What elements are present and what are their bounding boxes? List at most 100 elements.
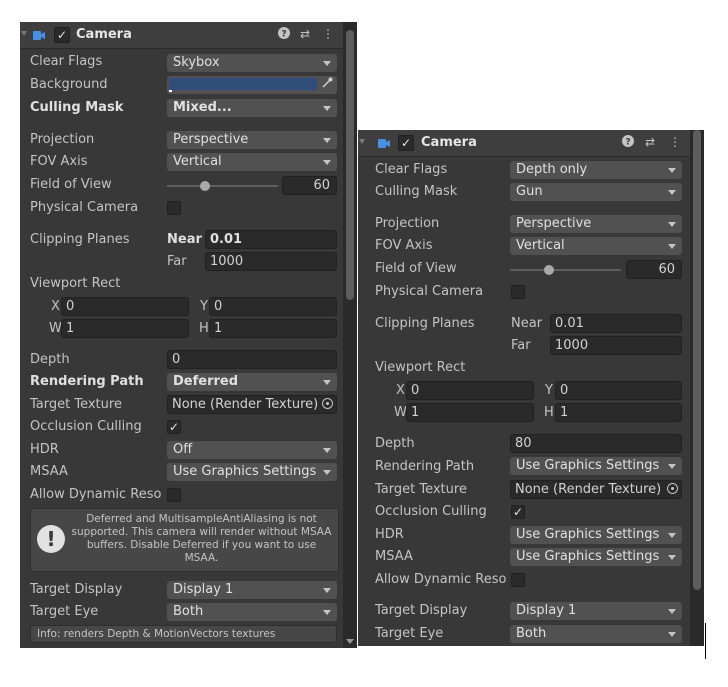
depth-field[interactable]: 0 [167, 350, 337, 369]
rendering-path-value: Deferred [173, 374, 239, 389]
culling-mask-dropdown[interactable]: Gun [510, 183, 682, 201]
rendering-path-label: Rendering Path [30, 374, 144, 389]
chevron-down-icon [668, 555, 676, 560]
target-texture-field[interactable]: None (Render Texture) [167, 395, 337, 414]
scrollbar-1[interactable] [343, 22, 357, 648]
help-icon[interactable]: ? [622, 135, 634, 150]
clipping-planes-label: Clipping Planes [375, 316, 475, 331]
viewport-h-label: H [199, 321, 209, 336]
object-picker-icon[interactable] [322, 398, 333, 409]
physical-camera-checkbox[interactable] [511, 285, 525, 299]
fov-axis-value: Vertical [173, 154, 222, 169]
viewport-x-label: X [51, 299, 60, 314]
allow-dynamic-resolution-checkbox[interactable] [167, 488, 181, 502]
clear-flags-value: Skybox [173, 55, 220, 70]
far-field[interactable]: 1000 [550, 336, 682, 355]
component-enabled-checkbox[interactable]: ✓ [54, 27, 70, 43]
hdr-value: Use Graphics Settings [516, 527, 660, 542]
viewport-x-label: X [396, 383, 405, 398]
menu-icon[interactable]: ⋮ [322, 27, 334, 41]
chevron-down-icon [323, 106, 331, 111]
target-texture-label: Target Texture [375, 482, 467, 497]
fov-value-field[interactable]: 60 [626, 260, 682, 279]
scroll-down-icon[interactable] [346, 639, 354, 644]
clear-flags-dropdown[interactable]: Skybox [167, 54, 337, 72]
occlusion-culling-checkbox[interactable]: ✓ [511, 505, 525, 519]
chevron-down-icon [323, 588, 331, 593]
culling-mask-dropdown[interactable]: Mixed... [167, 99, 337, 117]
projection-dropdown[interactable]: Perspective [167, 131, 337, 149]
viewport-h-field[interactable]: 1 [209, 319, 337, 338]
viewport-h-field[interactable]: 1 [555, 403, 682, 422]
near-field[interactable]: 0.01 [550, 314, 682, 333]
clear-flags-dropdown[interactable]: Depth only [510, 161, 682, 179]
fov-slider-knob[interactable] [200, 181, 210, 191]
fov-slider-knob[interactable] [544, 265, 554, 275]
projection-dropdown[interactable]: Perspective [510, 215, 682, 233]
presets-icon[interactable]: ⇄ [300, 27, 310, 41]
menu-icon[interactable]: ⋮ [669, 135, 681, 149]
target-eye-dropdown[interactable]: Both [167, 603, 337, 621]
component-header[interactable]: ✓ Camera ? ⇄ ⋮ [20, 22, 343, 49]
viewport-w-field[interactable]: 1 [61, 319, 189, 338]
fov-slider-track[interactable] [510, 269, 621, 271]
target-display-dropdown[interactable]: Display 1 [510, 602, 682, 620]
near-label: Near [167, 232, 202, 247]
occlusion-culling-checkbox[interactable]: ✓ [167, 420, 181, 434]
viewport-w-field[interactable]: 1 [406, 403, 534, 422]
depth-field[interactable]: 80 [510, 434, 682, 453]
hdr-dropdown[interactable]: Off [167, 441, 337, 459]
chevron-down-icon [668, 168, 676, 173]
target-texture-value: None (Render Texture) [515, 482, 662, 497]
near-field[interactable]: 0.01 [205, 230, 337, 249]
projection-label: Projection [30, 132, 95, 147]
target-eye-dropdown[interactable]: Both [510, 625, 682, 643]
background-color-field[interactable] [167, 76, 337, 94]
scrollbar-thumb[interactable] [693, 130, 701, 590]
chevron-down-icon [323, 448, 331, 453]
viewport-rect-label: Viewport Rect [375, 360, 466, 375]
target-texture-field[interactable]: None (Render Texture) [510, 480, 682, 499]
foldout-arrow-icon[interactable] [359, 139, 365, 144]
msaa-dropdown[interactable]: Use Graphics Settings [510, 548, 682, 566]
hdr-dropdown[interactable]: Use Graphics Settings [510, 526, 682, 544]
component-enabled-checkbox[interactable]: ✓ [398, 135, 414, 151]
clear-flags-value: Depth only [516, 162, 588, 177]
component-header[interactable]: ✓ Camera ? ⇄ ⋮ [358, 130, 690, 157]
physical-camera-checkbox[interactable] [167, 201, 181, 215]
target-display-label: Target Display [375, 603, 468, 618]
viewport-y-field[interactable]: 0 [555, 381, 682, 400]
scrollbar-2[interactable] [690, 130, 704, 646]
far-label: Far [511, 338, 531, 353]
target-texture-label: Target Texture [30, 397, 122, 412]
culling-mask-label: Culling Mask [375, 184, 458, 199]
rendering-path-dropdown[interactable]: Deferred [167, 373, 337, 391]
svg-text:?: ? [281, 30, 286, 40]
chevron-down-icon [323, 61, 331, 66]
help-icon[interactable]: ? [278, 27, 290, 42]
far-field[interactable]: 1000 [205, 252, 337, 271]
fov-axis-dropdown[interactable]: Vertical [167, 153, 337, 171]
target-display-dropdown[interactable]: Display 1 [167, 581, 337, 599]
scrollbar-thumb[interactable] [346, 30, 354, 300]
fov-slider-track[interactable] [167, 185, 278, 187]
physical-camera-label: Physical Camera [30, 200, 139, 215]
hdr-label: HDR [30, 442, 59, 457]
foldout-arrow-icon[interactable] [21, 31, 27, 36]
object-picker-icon[interactable] [667, 483, 678, 494]
viewport-x-field[interactable]: 0 [406, 381, 534, 400]
clear-flags-label: Clear Flags [375, 162, 448, 177]
fov-axis-dropdown[interactable]: Vertical [510, 237, 682, 255]
rendering-path-dropdown[interactable]: Use Graphics Settings [510, 457, 682, 475]
viewport-y-field[interactable]: 0 [209, 297, 337, 316]
allow-dynamic-resolution-checkbox[interactable] [511, 573, 525, 587]
depth-label: Depth [375, 436, 415, 451]
viewport-x-field[interactable]: 0 [61, 297, 189, 316]
color-swatch[interactable] [169, 78, 317, 90]
info-box: Info: renders Depth & MotionVectors text… [30, 625, 337, 643]
presets-icon[interactable]: ⇄ [645, 135, 655, 149]
eyedropper-icon[interactable] [321, 77, 333, 92]
msaa-dropdown[interactable]: Use Graphics Settings [167, 463, 337, 481]
culling-mask-label: Culling Mask [30, 100, 124, 115]
fov-value-field[interactable]: 60 [282, 176, 337, 195]
